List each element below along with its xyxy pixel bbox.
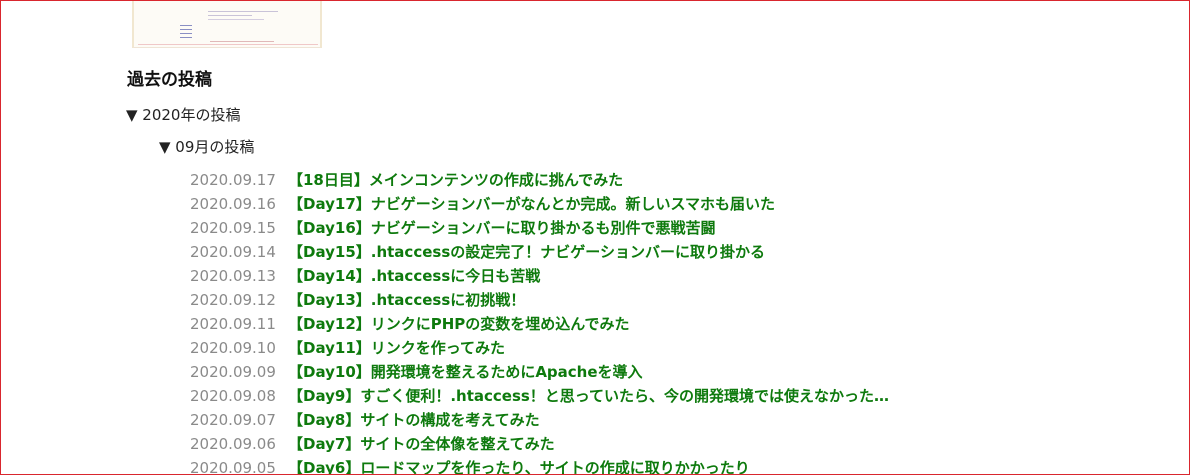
post-date: 2020.09.06	[190, 435, 276, 453]
post-list-item: 2020.09.13 【Day14】.htaccessに今日も苦戦	[190, 264, 889, 288]
post-list: 2020.09.17 【18日目】メインコンテンツの作成に挑んでみた 2020.0…	[190, 168, 889, 475]
post-link[interactable]: 【Day13】.htaccessに初挑戦！	[288, 291, 525, 309]
post-link[interactable]: 【Day10】開発環境を整えるためにApacheを導入	[288, 363, 643, 381]
post-date: 2020.09.08	[190, 387, 276, 405]
post-link[interactable]: 【18日目】メインコンテンツの作成に挑んでみた	[288, 171, 623, 189]
post-date: 2020.09.09	[190, 363, 276, 381]
post-date: 2020.09.07	[190, 411, 276, 429]
post-date: 2020.09.10	[190, 339, 276, 357]
post-link[interactable]: 【Day12】リンクにPHPの変数を埋め込んでみた	[288, 315, 630, 333]
post-link[interactable]: 【Day7】サイトの全体像を整えてみた	[288, 435, 555, 453]
post-date: 2020.09.17	[190, 171, 276, 189]
month-09-toggle[interactable]: ▼ 09月の投稿	[159, 136, 254, 158]
post-date: 2020.09.12	[190, 291, 276, 309]
post-date: 2020.09.13	[190, 267, 276, 285]
post-date: 2020.09.11	[190, 315, 276, 333]
post-thumbnail-image[interactable]	[132, 1, 322, 48]
post-list-item: 2020.09.16 【Day17】ナビゲーションバーがなんとか完成。新しいスマホ…	[190, 192, 889, 216]
post-list-item: 2020.09.05 【Day6】ロードマップを作ったり、サイトの作成に取りかかっ…	[190, 456, 889, 475]
post-list-item: 2020.09.15 【Day16】ナビゲーションバーに取り掛かるも別件で悪戦苦闘	[190, 216, 889, 240]
year-2020-toggle[interactable]: ▼ 2020年の投稿	[126, 104, 240, 126]
post-date: 2020.09.15	[190, 219, 276, 237]
post-link[interactable]: 【Day9】すごく便利！.htaccess！と思っていたら、今の開発環境では使え…	[288, 387, 889, 405]
post-date: 2020.09.05	[190, 459, 276, 475]
post-list-item: 2020.09.06 【Day7】サイトの全体像を整えてみた	[190, 432, 889, 456]
post-list-item: 2020.09.09 【Day10】開発環境を整えるためにApacheを導入	[190, 360, 889, 384]
post-link[interactable]: 【Day8】サイトの構成を考えてみた	[288, 411, 540, 429]
post-list-item: 2020.09.17 【18日目】メインコンテンツの作成に挑んでみた	[190, 168, 889, 192]
post-link[interactable]: 【Day15】.htaccessの設定完了！ナビゲーションバーに取り掛かる	[288, 243, 765, 261]
archive-heading: 過去の投稿	[127, 70, 212, 90]
post-link[interactable]: 【Day16】ナビゲーションバーに取り掛かるも別件で悪戦苦闘	[288, 219, 715, 237]
post-list-item: 2020.09.14 【Day15】.htaccessの設定完了！ナビゲーションバ…	[190, 240, 889, 264]
post-link[interactable]: 【Day14】.htaccessに今日も苦戦	[288, 267, 540, 285]
post-list-item: 2020.09.12 【Day13】.htaccessに初挑戦！	[190, 288, 889, 312]
post-list-item: 2020.09.08 【Day9】すごく便利！.htaccess！と思っていたら、…	[190, 384, 889, 408]
post-date: 2020.09.14	[190, 243, 276, 261]
post-list-item: 2020.09.10 【Day11】リンクを作ってみた	[190, 336, 889, 360]
post-date: 2020.09.16	[190, 195, 276, 213]
post-link[interactable]: 【Day6】ロードマップを作ったり、サイトの作成に取りかかったり	[288, 459, 750, 474]
post-link[interactable]: 【Day17】ナビゲーションバーがなんとか完成。新しいスマホも届いた	[288, 195, 775, 213]
page-frame: 過去の投稿 ▼ 2020年の投稿 ▼ 09月の投稿 2020.09.17 【18日…	[0, 0, 1190, 475]
post-link[interactable]: 【Day11】リンクを作ってみた	[288, 339, 505, 357]
post-list-item: 2020.09.11 【Day12】リンクにPHPの変数を埋め込んでみた	[190, 312, 889, 336]
post-list-item: 2020.09.07 【Day8】サイトの構成を考えてみた	[190, 408, 889, 432]
